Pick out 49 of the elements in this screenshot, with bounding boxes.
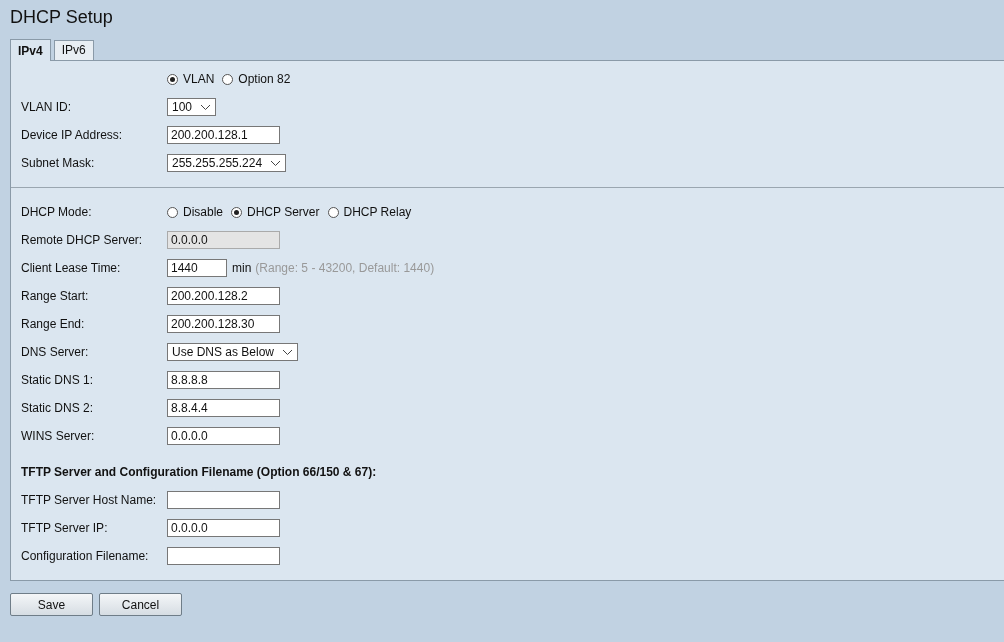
field-label: Client Lease Time: bbox=[21, 261, 121, 275]
input-field[interactable]: 8.8.8.8 bbox=[167, 371, 280, 389]
input-field[interactable]: 200.200.128.2 bbox=[167, 287, 280, 305]
caret-icon bbox=[200, 103, 212, 111]
tab[interactable]: IPv4 bbox=[10, 39, 51, 61]
dropdown[interactable]: Use DNS as Below bbox=[167, 343, 299, 361]
field-label: Range Start: bbox=[21, 289, 89, 303]
input-field[interactable]: 1440 bbox=[167, 259, 227, 277]
field-label: WINS Server: bbox=[21, 429, 95, 443]
field-label: TFTP Server Host Name: bbox=[21, 493, 157, 507]
radio-button[interactable] bbox=[231, 206, 243, 218]
input-field[interactable] bbox=[167, 547, 280, 565]
page-title: DHCP Setup bbox=[10, 6, 114, 29]
input-field[interactable]: 8.8.4.4 bbox=[167, 399, 280, 417]
dropdown[interactable]: 255.255.255.224 bbox=[167, 154, 287, 172]
radio-button[interactable] bbox=[222, 73, 234, 85]
tab[interactable]: IPv6 bbox=[53, 40, 94, 60]
cancel-button[interactable]: Cancel bbox=[99, 593, 182, 616]
field-label: TFTP Server IP: bbox=[21, 521, 108, 535]
input-field[interactable]: 200.200.128.30 bbox=[167, 315, 280, 333]
radio-label[interactable]: VLAN bbox=[183, 72, 215, 86]
caret-icon bbox=[270, 159, 282, 167]
radio-button[interactable] bbox=[167, 206, 178, 218]
radio-label[interactable]: Option 82 bbox=[238, 72, 291, 86]
section-heading: TFTP Server and Configuration Filename (Option 66/150 & 67): bbox=[21, 464, 378, 481]
radio-label[interactable]: DHCP Server bbox=[247, 205, 320, 219]
field-label: Range End: bbox=[21, 317, 85, 331]
input-field[interactable]: 0.0.0.0 bbox=[167, 519, 280, 537]
radio-label[interactable]: Disable bbox=[183, 205, 224, 219]
radio-button[interactable] bbox=[327, 206, 339, 218]
radio-label[interactable]: DHCP Relay bbox=[343, 205, 412, 219]
caret-icon bbox=[282, 348, 294, 356]
field-label: DHCP Mode: bbox=[21, 205, 92, 219]
input-field[interactable]: 200.200.128.1 bbox=[167, 126, 280, 144]
field-label: Static DNS 2: bbox=[21, 401, 94, 415]
field-label: DNS Server: bbox=[21, 345, 89, 359]
input-field[interactable]: 0.0.0.0 bbox=[167, 427, 280, 445]
field-label: Remote DHCP Server: bbox=[21, 233, 143, 247]
field-label: Subnet Mask: bbox=[21, 156, 95, 170]
field-label: VLAN ID: bbox=[21, 100, 71, 114]
dropdown[interactable]: 100 bbox=[167, 98, 217, 116]
field-label: Static DNS 1: bbox=[21, 373, 94, 387]
radio-button[interactable] bbox=[167, 73, 178, 85]
field-label: Device IP Address: bbox=[21, 128, 123, 142]
unit-label: min bbox=[232, 261, 252, 275]
save-button[interactable]: Save bbox=[10, 593, 93, 616]
input-field[interactable] bbox=[167, 491, 280, 509]
range-hint: (Range: 5 - 43200, Default: 1440) bbox=[255, 261, 435, 275]
field-label: Configuration Filename: bbox=[21, 549, 149, 563]
